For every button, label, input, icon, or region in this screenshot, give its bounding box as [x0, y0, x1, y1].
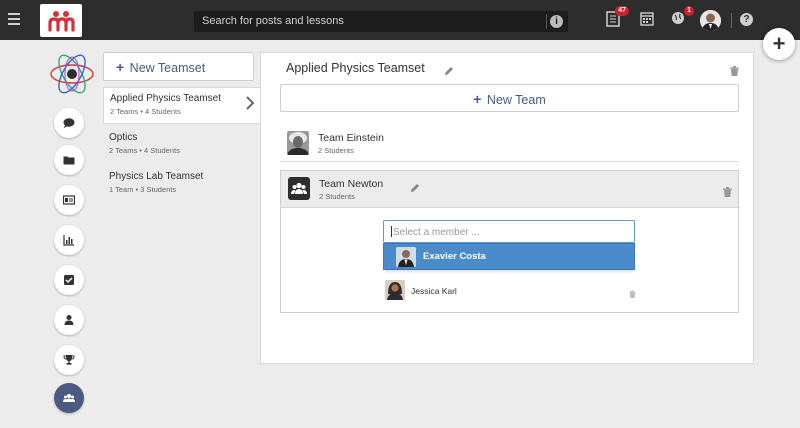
gradebook-button[interactable]	[54, 185, 84, 215]
menu-icon[interactable]	[8, 13, 20, 25]
posts-icon[interactable]: 47	[606, 6, 629, 29]
search-divider	[546, 14, 547, 29]
member-avatar	[385, 280, 405, 300]
member-select-input[interactable]: Select a member ...	[383, 220, 635, 243]
member-select-placeholder: Select a member ...	[393, 227, 480, 238]
edit-team-icon[interactable]	[410, 180, 420, 192]
teamset-item-applied-physics[interactable]: Applied Physics Teamset 2 Teams • 4 Stud…	[103, 87, 260, 124]
group-icon	[288, 177, 310, 200]
plus-icon: +	[473, 91, 482, 107]
delete-team-icon[interactable]	[723, 184, 732, 197]
people-button[interactable]	[54, 305, 84, 335]
info-icon[interactable]: i	[550, 15, 563, 28]
teamset-panel: Applied Physics Teamset + New Team Team …	[260, 52, 754, 364]
team-photo	[287, 131, 309, 155]
teamset-meta: 2 Teams • 4 Students	[110, 107, 181, 116]
chat-icon	[63, 118, 75, 128]
notifications-badge: 1	[684, 6, 694, 16]
team-row-einstein[interactable]: Team Einstein 2 Students	[280, 125, 739, 162]
teamset-item-optics[interactable]: Optics 2 Teams • 4 Students	[103, 127, 260, 164]
member-option[interactable]: Exavier Costa	[383, 243, 635, 270]
chevron-right-icon	[246, 96, 255, 110]
member-row: Jessica Karl	[385, 280, 636, 302]
person-icon	[64, 315, 74, 325]
team-header[interactable]: Team Newton 2 Students	[281, 171, 738, 208]
teamset-name: Optics	[109, 132, 138, 143]
group-icon	[63, 394, 75, 402]
teamset-meta: 2 Teams • 4 Students	[109, 146, 180, 155]
atom-logo[interactable]	[48, 50, 96, 98]
remove-member-icon[interactable]	[629, 288, 636, 298]
bar-chart-icon	[63, 235, 74, 246]
messages-button[interactable]	[54, 108, 84, 138]
search-input[interactable]: Search for posts and lessons	[202, 15, 344, 27]
member-option-name: Exavier Costa	[423, 251, 486, 262]
teamset-meta: 1 Team • 3 Students	[109, 185, 177, 194]
assignments-button[interactable]	[54, 265, 84, 295]
trophy-icon	[63, 355, 75, 365]
team-name: Team Newton	[319, 178, 384, 190]
id-card-icon	[63, 195, 75, 205]
team-meta: 2 Students	[319, 192, 355, 201]
checkbox-icon	[64, 275, 74, 285]
achievements-button[interactable]	[54, 345, 84, 375]
teamset-name: Applied Physics Teamset	[110, 93, 221, 104]
search-bar[interactable]: Search for posts and lessons i	[194, 11, 568, 32]
globe-icon[interactable]: 1	[671, 6, 694, 29]
member-name: Jessica Karl	[411, 286, 457, 296]
new-teamset-button[interactable]: + New Teamset	[103, 52, 254, 81]
calendar-icon[interactable]	[640, 11, 656, 29]
page-title: Applied Physics Teamset	[286, 61, 425, 75]
analytics-button[interactable]	[54, 225, 84, 255]
plus-icon: +	[116, 59, 125, 75]
new-team-label: New Team	[486, 93, 546, 107]
help-icon[interactable]: ?	[740, 13, 753, 26]
topbar-divider	[731, 13, 732, 28]
user-avatar[interactable]	[700, 10, 721, 31]
folder-icon	[63, 156, 75, 165]
folders-button[interactable]	[54, 145, 84, 175]
new-teamset-label: New Teamset	[129, 61, 206, 75]
teams-button[interactable]	[54, 383, 84, 413]
member-avatar	[396, 247, 416, 267]
app-logo[interactable]	[40, 4, 82, 37]
teamset-item-physics-lab[interactable]: Physics Lab Teamset 1 Team • 3 Students	[103, 166, 260, 203]
top-bar: Search for posts and lessons i 47 1 ?	[0, 0, 800, 40]
new-team-button[interactable]: + New Team	[280, 84, 739, 112]
posts-badge: 47	[615, 6, 629, 16]
edit-teamset-icon[interactable]	[444, 63, 454, 75]
teamset-name: Physics Lab Teamset	[109, 171, 204, 182]
team-meta: 2 Students	[318, 146, 354, 155]
text-caret	[391, 226, 392, 237]
dropdown-shadow	[385, 270, 633, 274]
add-button[interactable]: +	[763, 28, 795, 60]
team-name: Team Einstein	[318, 132, 384, 144]
delete-teamset-icon[interactable]	[730, 63, 739, 76]
